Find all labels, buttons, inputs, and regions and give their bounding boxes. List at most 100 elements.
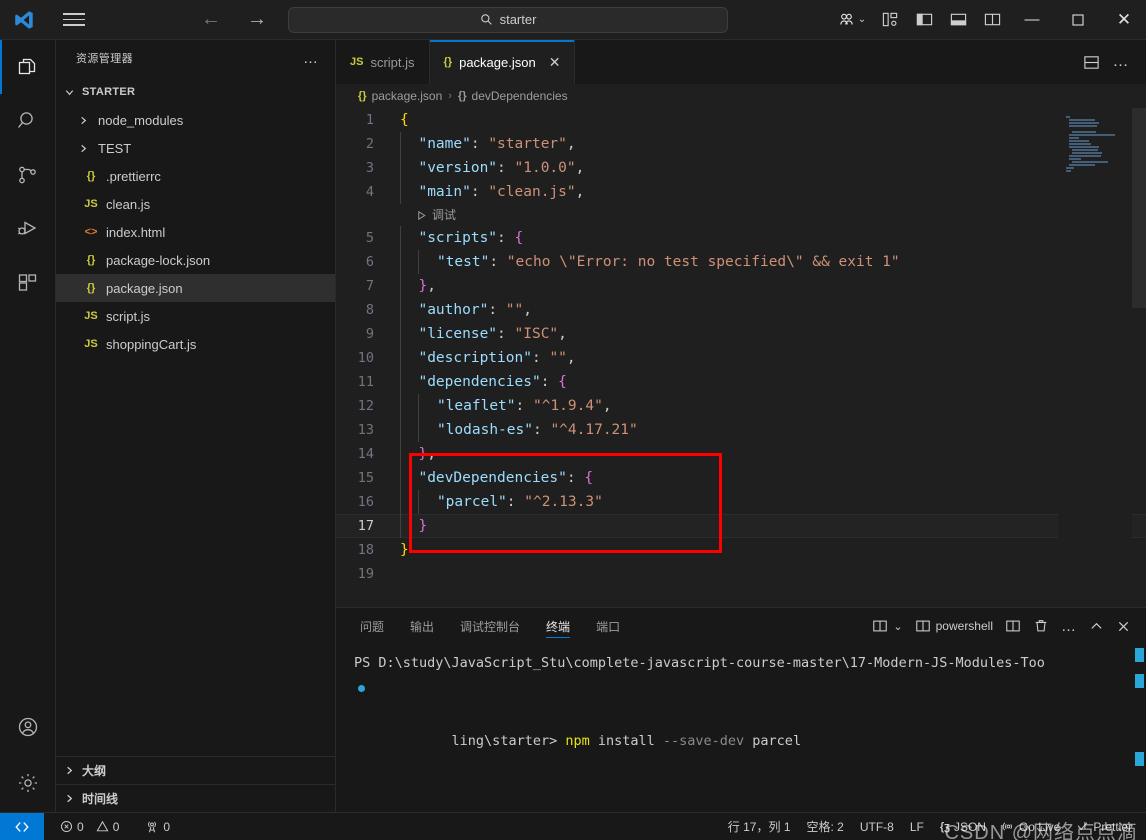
code-line-content: "scripts": { bbox=[392, 226, 523, 250]
code-line: 14 }, bbox=[336, 442, 1146, 466]
gear-icon[interactable] bbox=[0, 754, 56, 812]
toggle-primary-sidebar-icon[interactable] bbox=[908, 3, 940, 37]
tab-problems[interactable]: 问题 bbox=[360, 608, 384, 644]
code-line: 13 "lodash-es": "^4.17.21" bbox=[336, 418, 1146, 442]
code-token: { bbox=[584, 470, 594, 486]
customize-layout-icon[interactable] bbox=[874, 3, 906, 37]
tree-item-package-lock-json[interactable]: {} package-lock.json bbox=[56, 246, 335, 274]
tree-item-label: script.js bbox=[106, 308, 151, 324]
tree-item-index-html[interactable]: <> index.html bbox=[56, 218, 335, 246]
code-token: , bbox=[602, 398, 612, 414]
close-panel-icon[interactable] bbox=[1113, 613, 1134, 639]
sidebar-item-explorer[interactable] bbox=[0, 40, 56, 94]
terminal-command-flag: --save-dev bbox=[662, 733, 745, 749]
status-go-live[interactable]: Go Live bbox=[994, 813, 1068, 840]
minimap[interactable] bbox=[1058, 108, 1132, 607]
minimap-line bbox=[1069, 146, 1099, 148]
terminal-path: D:\study\JavaScript_Stu\complete-javascr… bbox=[378, 655, 1045, 671]
line-number: 5 bbox=[365, 230, 374, 246]
editor-vertical-scrollbar[interactable] bbox=[1132, 108, 1146, 607]
toggle-secondary-sidebar-icon[interactable] bbox=[976, 3, 1008, 37]
status-prettier[interactable]: Prettier bbox=[1068, 813, 1146, 840]
code-line-content: } bbox=[392, 514, 427, 538]
tree-item-package-json[interactable]: {} package.json bbox=[56, 274, 335, 302]
tree-item-prettierrc[interactable]: {} .prettierrc bbox=[56, 162, 335, 190]
tree-item-script-js[interactable]: JS script.js bbox=[56, 302, 335, 330]
js-file-icon: JS bbox=[84, 310, 98, 322]
status-cursor-position[interactable]: 行 17，列 1 bbox=[720, 813, 799, 840]
breadcrumb-file[interactable]: {} package.json bbox=[358, 89, 442, 103]
remote-explorer-icon[interactable]: ⌄ bbox=[832, 3, 872, 37]
code-token: "dependencies" bbox=[418, 374, 541, 390]
sidebar-section-timeline[interactable]: 时间线 bbox=[56, 784, 335, 812]
terminal-command-marker bbox=[1135, 648, 1144, 662]
code-token: , bbox=[566, 136, 576, 152]
go-back-button[interactable]: ← bbox=[198, 8, 224, 31]
code-token: : bbox=[489, 254, 507, 270]
line-number: 7 bbox=[365, 278, 374, 294]
editor-more-actions-icon[interactable]: … bbox=[1108, 49, 1134, 75]
split-terminal-icon[interactable] bbox=[1002, 613, 1024, 639]
breadcrumb-symbol[interactable]: {} devDependencies bbox=[458, 89, 568, 103]
tree-item-shoppingcart-js[interactable]: JS shoppingCart.js bbox=[56, 330, 335, 358]
status-indentation[interactable]: 空格: 2 bbox=[799, 813, 852, 840]
tree-item-test[interactable]: TEST bbox=[56, 134, 335, 162]
status-ports[interactable]: 0 bbox=[137, 813, 178, 840]
tree-item-clean-js[interactable]: JS clean.js bbox=[56, 190, 335, 218]
toggle-panel-icon[interactable] bbox=[942, 3, 974, 37]
run-icon bbox=[416, 210, 427, 221]
terminal-scrollbar[interactable] bbox=[1132, 644, 1146, 812]
sidebar-section-outline[interactable]: 大纲 bbox=[56, 756, 335, 784]
minimize-button[interactable]: — bbox=[1010, 0, 1054, 40]
sidebar-item-search[interactable] bbox=[0, 94, 56, 148]
command-center-search[interactable]: starter bbox=[288, 6, 728, 33]
tree-item-label: package-lock.json bbox=[106, 252, 211, 268]
sidebar-item-source-control[interactable] bbox=[0, 148, 56, 202]
tree-item-node_modules[interactable]: node_modules bbox=[56, 106, 335, 134]
tab-script-js[interactable]: JS script.js bbox=[336, 40, 430, 84]
tree-root-starter[interactable]: STARTER bbox=[56, 78, 335, 106]
explorer-more-actions-icon[interactable]: … bbox=[297, 50, 325, 67]
launch-profile-icon[interactable]: ⌄ bbox=[869, 613, 905, 639]
json-file-icon: {} bbox=[86, 170, 96, 182]
kill-terminal-icon[interactable] bbox=[1030, 613, 1052, 639]
code-token: , bbox=[575, 184, 585, 200]
tab-terminal[interactable]: 终端 bbox=[546, 608, 571, 644]
main-menu-button[interactable] bbox=[54, 13, 94, 26]
tab-ports[interactable]: 端口 bbox=[596, 608, 620, 644]
sidebar-item-run-and-debug[interactable] bbox=[0, 202, 56, 256]
status-encoding[interactable]: UTF-8 bbox=[852, 813, 902, 840]
vscode-logo-icon bbox=[0, 9, 48, 31]
line-number: 14 bbox=[357, 446, 374, 462]
code-lens-debug[interactable]: 调试 bbox=[392, 203, 456, 227]
panel-more-actions-icon[interactable]: … bbox=[1058, 613, 1080, 639]
close-window-button[interactable]: ✕ bbox=[1102, 0, 1146, 40]
chevron-down-icon: ⌄ bbox=[893, 620, 903, 633]
maximize-button[interactable] bbox=[1056, 0, 1100, 40]
terminal-instance[interactable]: powershell bbox=[912, 613, 996, 639]
minimap-line bbox=[1072, 131, 1096, 133]
minimap-line bbox=[1066, 116, 1070, 118]
radio-tower-icon bbox=[145, 820, 159, 834]
maximize-panel-icon[interactable] bbox=[1086, 613, 1107, 639]
scrollbar-thumb[interactable] bbox=[1132, 108, 1146, 308]
code-token: { bbox=[514, 230, 524, 246]
accounts-icon[interactable] bbox=[0, 700, 56, 754]
terminal-prompt-prefix: PS bbox=[354, 655, 379, 671]
sidebar-item-extensions[interactable] bbox=[0, 256, 56, 310]
tab-output[interactable]: 输出 bbox=[410, 608, 434, 644]
tab-package-json[interactable]: {} package.json ✕ bbox=[429, 40, 576, 84]
status-bar-right: 行 17，列 1 空格: 2 UTF-8 LF {ʒ JSON Go Live … bbox=[720, 813, 1146, 840]
status-errors[interactable]: 0 0 bbox=[52, 813, 127, 840]
remote-window-button[interactable] bbox=[0, 812, 44, 840]
tab-debug-console[interactable]: 调试控制台 bbox=[460, 608, 520, 644]
code-editor[interactable]: 1{2 "name": "starter", 3 "version": "1.0.… bbox=[336, 108, 1146, 607]
status-language-mode[interactable]: {ʒ JSON bbox=[932, 813, 994, 840]
split-editor-down-icon[interactable] bbox=[1078, 49, 1104, 75]
go-forward-button[interactable]: → bbox=[244, 8, 270, 31]
status-eol[interactable]: LF bbox=[902, 813, 932, 840]
close-tab-icon[interactable]: ✕ bbox=[549, 54, 561, 71]
code-lines: 1{2 "name": "starter", 3 "version": "1.0.… bbox=[336, 108, 1146, 607]
indent-guide bbox=[400, 394, 401, 418]
terminal-output[interactable]: PS D:\study\JavaScript_Stu\complete-java… bbox=[336, 644, 1146, 812]
